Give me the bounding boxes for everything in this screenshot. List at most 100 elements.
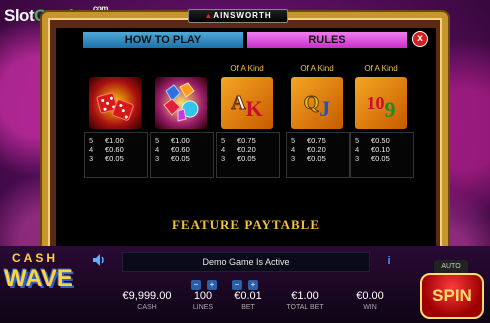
- pay-value: €0.75: [237, 136, 256, 145]
- pay-value: €1.00: [105, 136, 124, 145]
- lines-label: LINES: [192, 304, 214, 311]
- symbol-card-gems: 5 €1.00 4 €0.60 3 €0.05: [150, 64, 214, 178]
- gems-icon: [155, 77, 207, 129]
- pay-row: 5 €0.50: [355, 136, 409, 145]
- tab-rules[interactable]: RULES: [247, 32, 407, 48]
- pay-count: 4: [155, 145, 160, 154]
- spin-button[interactable]: SPIN: [420, 273, 484, 319]
- bet-minus-button[interactable]: −: [232, 280, 242, 290]
- provider-logo: ▲AINSWORTH: [188, 9, 288, 23]
- win-label: WIN: [363, 304, 377, 311]
- pay-count: 3: [355, 154, 360, 163]
- total-bet-value: €1.00: [291, 290, 319, 302]
- queen-jack-icon: QJ: [291, 77, 343, 129]
- pay-value: €0.05: [371, 154, 390, 163]
- pay-count: 5: [89, 136, 94, 145]
- brand-part1: Slot: [4, 6, 35, 25]
- pay-count: 5: [291, 136, 296, 145]
- pay-row: 4 €0.20: [291, 145, 345, 154]
- provider-logo-text: AINSWORTH: [213, 11, 272, 20]
- pay-value: €0.60: [171, 145, 190, 154]
- lines-minus-button[interactable]: −: [191, 280, 201, 290]
- pay-row: 5 €0.75: [221, 136, 275, 145]
- pay-count: 4: [221, 145, 226, 154]
- total-bet-display: €1.00 TOTAL BET: [280, 290, 330, 312]
- pay-table: 5 €1.00 4 €0.60 3 €0.05: [84, 132, 148, 178]
- pay-value: €0.10: [371, 145, 390, 154]
- game-logo: CASH WAVE: [2, 247, 92, 299]
- symbol-card-queen-jack: Of A Kind QJ 5 €0.75 4 €0.20 3 €0.05: [286, 64, 350, 178]
- win-display: €0.00 WIN: [350, 290, 390, 312]
- dice-icon: [89, 77, 141, 129]
- bet-plus-button[interactable]: +: [248, 280, 258, 290]
- pay-value: €0.20: [307, 145, 326, 154]
- lines-display: 100 LINES: [186, 290, 220, 312]
- info-icon[interactable]: i: [383, 255, 395, 267]
- pay-row: 4 €0.10: [355, 145, 409, 154]
- pay-value: €0.50: [371, 136, 390, 145]
- pay-value: €0.05: [237, 154, 256, 163]
- kind-label: Of A Kind: [230, 64, 264, 73]
- cash-display: €9,999.00 CASH: [116, 290, 178, 312]
- king-glyph: K: [245, 96, 263, 121]
- pay-row: 5 €1.00: [155, 136, 209, 145]
- total-bet-label: TOTAL BET: [286, 304, 324, 311]
- pay-table: 5 €0.75 4 €0.20 3 €0.05: [286, 132, 350, 178]
- pay-row: 4 €0.60: [89, 145, 143, 154]
- pay-value: €0.20: [237, 145, 256, 154]
- symbol-card-ace-king: Of A Kind AK 5 €0.75 4 €0.20 3 €0.05: [216, 64, 280, 178]
- ace-glyph: A: [231, 91, 246, 114]
- cash-value: €9,999.00: [122, 290, 172, 302]
- symbol-card-ten-nine: Of A Kind 10 9 5 €0.50 4 €0.10 3 €0.05: [350, 64, 414, 178]
- kind-label: [84, 64, 146, 75]
- pay-count: 3: [89, 154, 94, 163]
- bet-label: BET: [241, 304, 255, 311]
- ace-king-icon: AK: [221, 77, 273, 129]
- bet-value: €0.01: [234, 290, 262, 302]
- symbol-card-dice: 5 €1.00 4 €0.60 3 €0.05: [84, 64, 148, 178]
- lines-value: 100: [193, 290, 213, 302]
- pay-table: 5 €0.50 4 €0.10 3 €0.05: [350, 132, 414, 178]
- pay-value: €0.05: [307, 154, 326, 163]
- pay-count: 5: [155, 136, 160, 145]
- pay-table: 5 €0.75 4 €0.20 3 €0.05: [216, 132, 280, 178]
- kind-label: Of A Kind: [364, 64, 398, 73]
- pay-value: €0.05: [105, 154, 124, 163]
- auto-button[interactable]: AUTO: [434, 260, 468, 274]
- ten-nine-icon: 10 9: [355, 77, 407, 129]
- ten-glyph: 10: [366, 92, 385, 113]
- pay-value: €0.60: [105, 145, 124, 154]
- pay-count: 4: [355, 145, 360, 154]
- pay-value: €0.75: [307, 136, 326, 145]
- pay-value: €1.00: [171, 136, 190, 145]
- pay-row: 3 €0.05: [355, 154, 409, 163]
- close-button[interactable]: x: [412, 31, 428, 47]
- tab-how-to-play[interactable]: HOW TO PLAY: [83, 32, 243, 48]
- game-logo-line1: CASH: [12, 251, 59, 265]
- pay-count: 3: [155, 154, 160, 163]
- feature-paytable-title: FEATURE PAYTABLE: [171, 217, 321, 232]
- pay-row: 3 €0.05: [155, 154, 209, 163]
- pay-row: 3 €0.05: [89, 154, 143, 163]
- win-value: €0.00: [356, 290, 384, 302]
- pay-row: 4 €0.60: [155, 145, 209, 154]
- pay-count: 4: [89, 145, 94, 154]
- pay-row: 3 €0.05: [221, 154, 275, 163]
- pay-count: 5: [221, 136, 226, 145]
- kind-label: [150, 64, 212, 75]
- cash-label: CASH: [137, 304, 157, 311]
- status-message: Demo Game Is Active: [122, 252, 370, 272]
- pay-row: 5 €1.00: [89, 136, 143, 145]
- jack-glyph: J: [319, 96, 331, 121]
- pay-value: €0.05: [171, 154, 190, 163]
- bet-display: €0.01 BET: [228, 290, 268, 312]
- game-logo-line2: WAVE: [4, 265, 73, 292]
- pay-row: 5 €0.75: [291, 136, 345, 145]
- speaker-icon[interactable]: [91, 252, 107, 268]
- pay-count: 3: [221, 154, 226, 163]
- lines-plus-button[interactable]: +: [207, 280, 217, 290]
- pay-count: 4: [291, 145, 296, 154]
- nine-glyph: 9: [384, 97, 396, 122]
- pay-table: 5 €1.00 4 €0.60 3 €0.05: [150, 132, 214, 178]
- pay-count: 3: [291, 154, 296, 163]
